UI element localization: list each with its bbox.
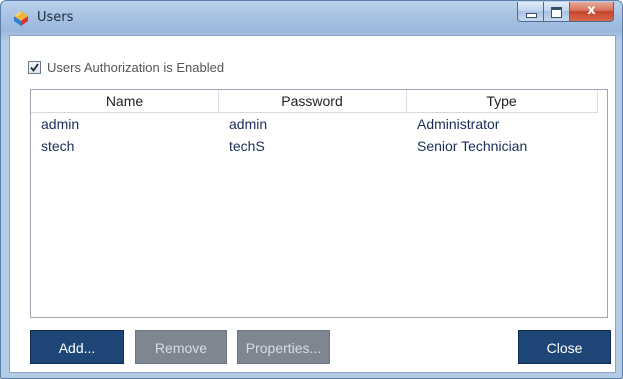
- close-icon: x: [587, 3, 596, 18]
- app-icon: [14, 11, 28, 26]
- auth-checkbox[interactable]: [28, 61, 41, 74]
- cell-password: techS: [229, 138, 265, 154]
- cell-type: Senior Technician: [417, 138, 528, 154]
- list-header: Name Password Type: [31, 90, 598, 113]
- properties-button[interactable]: Properties...: [237, 330, 330, 364]
- window-controls: x: [517, 2, 614, 22]
- close-button[interactable]: Close: [518, 330, 611, 364]
- column-header-type[interactable]: Type: [406, 90, 598, 112]
- maximize-icon: [551, 7, 562, 18]
- cell-type: Administrator: [417, 116, 500, 132]
- maximize-button[interactable]: [544, 2, 570, 22]
- auth-checkbox-label: Users Authorization is Enabled: [47, 60, 225, 75]
- auth-checkbox-row[interactable]: Users Authorization is Enabled: [28, 60, 224, 75]
- table-row[interactable]: admin admin Administrator: [31, 113, 601, 135]
- checkmark-icon: [30, 63, 39, 72]
- column-header-password[interactable]: Password: [218, 90, 407, 112]
- cell-password: admin: [229, 116, 268, 132]
- table-row[interactable]: stech techS Senior Technician: [31, 135, 601, 157]
- window-title: Users: [37, 10, 74, 25]
- column-header-name[interactable]: Name: [31, 90, 219, 112]
- add-button[interactable]: Add...: [30, 330, 124, 364]
- dialog-body: Users Authorization is Enabled Name Pass…: [9, 35, 616, 373]
- remove-button[interactable]: Remove: [135, 330, 227, 364]
- minimize-button[interactable]: [517, 2, 544, 22]
- minimize-icon: [526, 13, 537, 18]
- title-bar[interactable]: Users x: [1, 1, 622, 35]
- cell-name: admin: [41, 116, 80, 132]
- close-window-button[interactable]: x: [570, 2, 614, 22]
- users-list[interactable]: Name Password Type admin admin Administr…: [30, 89, 608, 318]
- cell-name: stech: [41, 138, 75, 154]
- users-window: Users x Users Authorization is Enabled N…: [0, 0, 623, 379]
